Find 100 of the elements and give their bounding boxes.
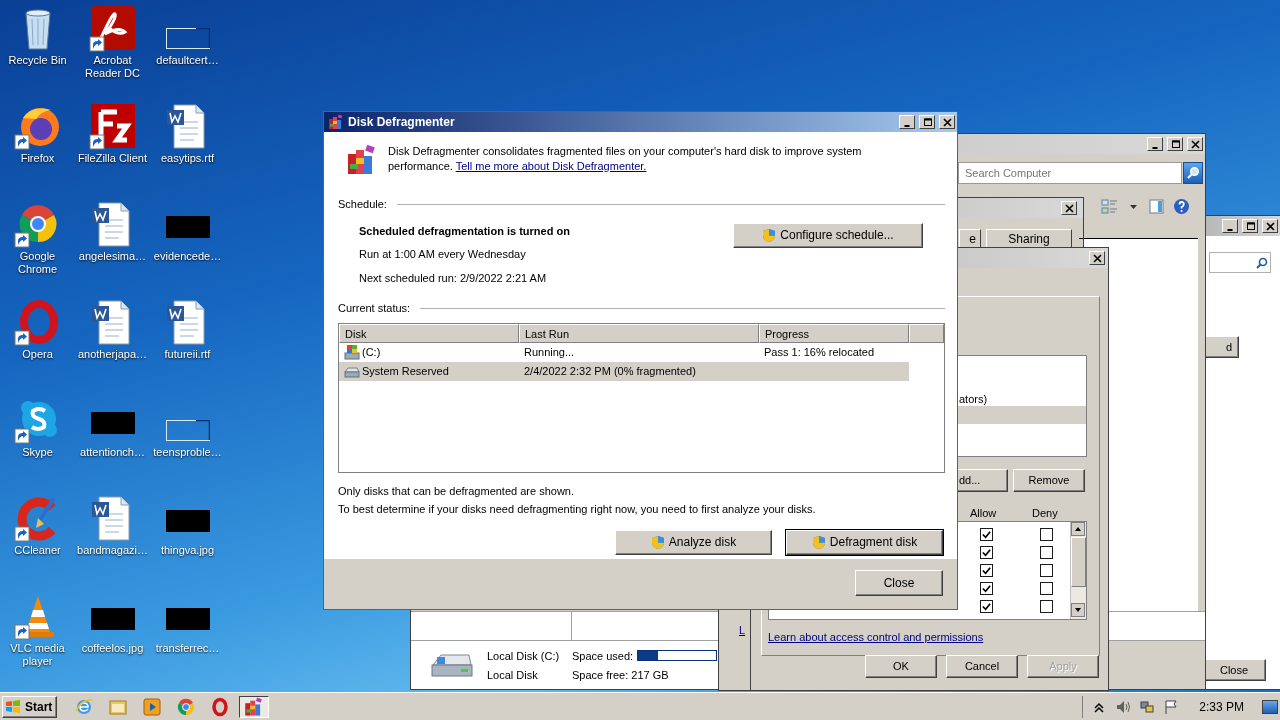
link[interactable]: L xyxy=(739,622,746,639)
browser-wheel-icon xyxy=(176,696,197,717)
maximize-button[interactable] xyxy=(919,115,935,129)
checkbox[interactable] xyxy=(1040,564,1053,577)
minimize-icon xyxy=(904,124,910,127)
add-button[interactable]: dd... xyxy=(956,469,1008,492)
icon-label[interactable]: evidencede… xyxy=(153,250,222,263)
search-button[interactable] xyxy=(1183,162,1203,184)
icon-label[interactable]: futureii.rtf xyxy=(164,348,211,361)
icon-label[interactable]: easytips.rtf xyxy=(160,152,215,165)
scroll-thumb[interactable] xyxy=(1071,537,1086,587)
play-icon xyxy=(142,696,163,717)
icon-label[interactable]: anotherjapa… xyxy=(77,348,148,361)
flag-icon[interactable] xyxy=(1163,698,1180,715)
search-field[interactable]: Search Computer xyxy=(958,162,1182,184)
icon-label[interactable]: CCleaner xyxy=(14,544,61,557)
icon-label[interactable]: attentionch… xyxy=(80,446,145,459)
icon-label[interactable]: FileZilla Client xyxy=(77,152,148,165)
close-button[interactable] xyxy=(1089,251,1105,265)
dialog-button[interactable]: Cancel xyxy=(946,655,1018,678)
minimize-icon xyxy=(1152,146,1158,149)
maximize-icon xyxy=(1170,139,1180,149)
icon-label[interactable]: bandmagazi… xyxy=(77,544,148,557)
maximize-button[interactable] xyxy=(1242,219,1258,233)
search-field[interactable] xyxy=(1209,252,1271,273)
image-thumbnail-icon xyxy=(165,216,210,238)
schedule-status: Scheduled defragmentation is turned on xyxy=(359,223,570,239)
checkbox[interactable] xyxy=(980,600,993,613)
dialog-button[interactable]: OK xyxy=(865,655,937,678)
image-thumbnail-icon xyxy=(165,420,210,441)
button[interactable]: d xyxy=(1206,336,1239,358)
close-button[interactable] xyxy=(1262,219,1278,233)
checkbox[interactable] xyxy=(1040,528,1053,541)
clock[interactable]: 2:33 PM xyxy=(1199,697,1244,716)
close-button[interactable]: Close xyxy=(855,570,943,596)
check-icon xyxy=(981,547,992,558)
icon-label[interactable]: teensproble… xyxy=(153,446,222,459)
column-header: Allow xyxy=(970,506,997,521)
icon-label[interactable]: defaultcert… xyxy=(156,54,219,67)
scrollbar[interactable] xyxy=(1070,522,1086,619)
minimize-button[interactable] xyxy=(899,115,915,129)
remove-button[interactable]: Remove xyxy=(1013,469,1085,492)
check-icon xyxy=(981,565,992,576)
blocks-icon xyxy=(244,696,265,717)
show-desktop-button[interactable] xyxy=(1262,699,1278,714)
minimize-button[interactable] xyxy=(1222,219,1238,233)
icon-label[interactable]: Opera xyxy=(22,348,53,361)
icon-label[interactable]: Recycle Bin xyxy=(8,54,67,67)
table-cell-text: Running... xyxy=(524,344,575,360)
drive-type: Local Disk xyxy=(487,668,539,683)
close-button[interactable] xyxy=(1187,137,1203,151)
start-button[interactable]: Start xyxy=(2,695,58,718)
globe-icon xyxy=(74,696,95,717)
column-header[interactable]: Last Run xyxy=(519,323,759,343)
icon-label[interactable]: Firefox xyxy=(20,152,55,165)
icon-label[interactable]: Acrobat Reader DC xyxy=(75,54,150,80)
close-button[interactable]: Close xyxy=(1206,659,1266,681)
image-thumbnail-icon xyxy=(165,510,210,532)
close-icon xyxy=(1190,139,1200,149)
blocks-icon xyxy=(346,144,378,176)
checkbox[interactable] xyxy=(980,564,993,577)
maximize-button[interactable] xyxy=(1167,137,1183,151)
icon-label[interactable]: Skype xyxy=(22,446,53,459)
column-header[interactable]: Disk xyxy=(339,323,519,343)
checkbox[interactable] xyxy=(980,582,993,595)
schedule-text: Next scheduled run: 2/9/2022 2:21 AM xyxy=(359,270,548,286)
close-icon xyxy=(942,117,952,127)
search-icon xyxy=(1256,257,1268,269)
maximize-icon xyxy=(1245,221,1255,231)
help-icon[interactable] xyxy=(1173,198,1190,215)
disk-row[interactable]: (C:) Running... Pass 1: 16% relocated xyxy=(339,342,944,362)
ring-icon xyxy=(210,696,231,717)
icon-label[interactable]: Google Chrome xyxy=(0,250,75,276)
shield-icon xyxy=(650,534,665,550)
preview-pane-icon[interactable] xyxy=(1148,198,1165,215)
action-button[interactable]: Defragment disk xyxy=(786,529,943,555)
minimize-button[interactable] xyxy=(1147,137,1163,151)
action-button[interactable]: Analyze disk xyxy=(615,529,772,555)
close-button[interactable] xyxy=(939,115,955,129)
note-text: To best determine if your disks need defragmenting right now, you need to first analyze your disks. xyxy=(338,502,817,517)
column-header[interactable]: Progress xyxy=(759,323,909,343)
column-header[interactable] xyxy=(909,323,944,343)
help-link[interactable]: Learn about access control and permissions xyxy=(768,629,984,646)
system-drive-icon xyxy=(344,344,360,360)
checkbox[interactable] xyxy=(1040,546,1053,559)
checkbox[interactable] xyxy=(980,546,993,559)
window-title: Disk Defragmenter xyxy=(348,114,455,131)
network-icon[interactable] xyxy=(1139,698,1156,715)
checkbox[interactable] xyxy=(1040,600,1053,613)
note-text: Only disks that can be defragmented are shown. xyxy=(338,483,576,499)
help-link[interactable]: Tell me more about Disk Defragmenter. xyxy=(455,160,647,172)
disk-row[interactable]: System Reserved 2/4/2022 2:32 PM (0% fragmented) xyxy=(339,361,909,381)
checkbox[interactable] xyxy=(1040,582,1053,595)
image-thumbnail-icon xyxy=(165,28,210,49)
checkbox[interactable] xyxy=(980,528,993,541)
schedule-text: Run at 1:00 AM every Wednesday xyxy=(359,247,527,262)
icon-label[interactable]: angelesima… xyxy=(78,250,147,263)
configure-schedule-button[interactable]: Configure schedule... xyxy=(733,222,923,248)
close-button[interactable] xyxy=(1061,201,1077,215)
taskbar-button[interactable] xyxy=(239,695,270,718)
